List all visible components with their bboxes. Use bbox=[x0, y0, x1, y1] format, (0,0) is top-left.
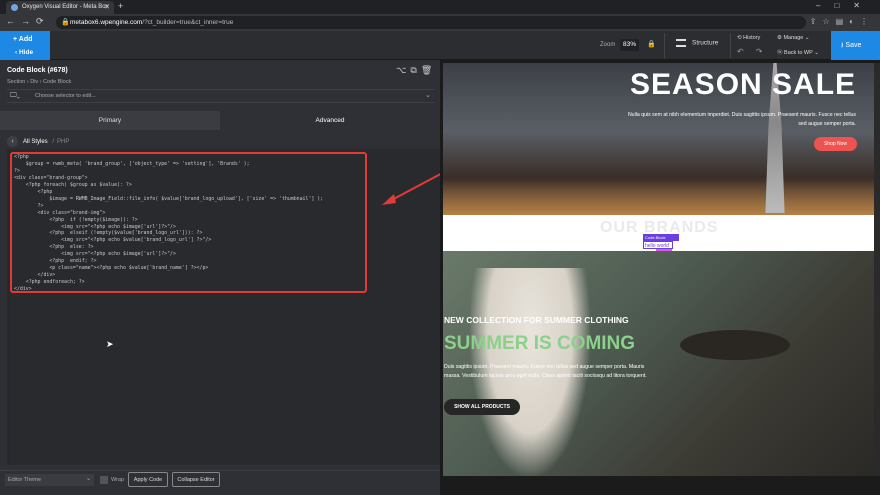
padlock-icon[interactable]: 🔒 bbox=[647, 40, 656, 48]
structure-icon bbox=[676, 39, 686, 47]
hero-title: SEASON SALE bbox=[630, 68, 857, 101]
city-lights bbox=[443, 180, 874, 215]
new-collection-heading: NEW COLLECTION FOR SUMMER CLOTHING bbox=[444, 315, 629, 325]
tree-icon[interactable]: ⌥ bbox=[396, 65, 410, 75]
highlight-box bbox=[10, 152, 367, 293]
device-icon[interactable]: 🖵⌄ bbox=[10, 92, 20, 100]
back-to-wp-label: Back to WP bbox=[784, 50, 813, 56]
url-domain: metabox6.wpengine.com bbox=[70, 19, 143, 26]
undo-redo-icons[interactable]: ↶↷ bbox=[737, 47, 774, 56]
toolbar-divider bbox=[664, 33, 665, 58]
selector-dropdown[interactable]: Choose selector to edit... ⌄ bbox=[32, 90, 434, 102]
tab-advanced[interactable]: Advanced bbox=[220, 111, 440, 130]
url-path: /?ct_builder=true&ct_inner=true bbox=[142, 19, 234, 26]
php-label: PHP bbox=[57, 139, 70, 145]
php-label-sep: / bbox=[52, 139, 55, 145]
add-label: + Add bbox=[13, 36, 33, 43]
editor-theme-select[interactable]: Editor Theme ⌄ bbox=[5, 474, 94, 486]
history-label: History bbox=[743, 35, 761, 41]
save-button[interactable]: ⭳ Save bbox=[831, 31, 880, 60]
mouse-cursor-icon: ➤ bbox=[106, 339, 114, 349]
url-field[interactable]: 🔒 metabox6.wpengine.com/?ct_builder=true… bbox=[56, 16, 806, 29]
browser-tab[interactable]: Oxygen Visual Editor - Meta Box ✕ bbox=[6, 1, 114, 14]
show-all-products-button[interactable]: SHOW ALL PRODUCTS bbox=[444, 399, 520, 415]
back-icon[interactable]: ‹ bbox=[7, 136, 18, 147]
selector-placeholder: Choose selector to edit... bbox=[35, 93, 96, 99]
summer-text: Duis sagittis ipsum. Praesent mauris. Fu… bbox=[444, 364, 647, 379]
structure-label: Structure bbox=[692, 39, 719, 47]
duplicate-icon[interactable]: ⧉ bbox=[410, 65, 420, 75]
manage-button[interactable]: ⚙ Manage ⌄ bbox=[777, 35, 810, 41]
all-styles-link[interactable]: All Styles bbox=[23, 139, 48, 145]
lock-icon: 🔒 bbox=[61, 19, 70, 26]
close-tab-icon[interactable]: ✕ bbox=[104, 3, 110, 11]
editor-theme-label: Editor Theme bbox=[8, 477, 41, 483]
add-button[interactable]: + Add ‹ Hide bbox=[0, 31, 50, 60]
wrap-checkbox[interactable] bbox=[100, 476, 108, 484]
zoom-label: Zoom bbox=[600, 42, 616, 48]
hello-world-output[interactable]: hello world bbox=[643, 241, 673, 249]
chevron-down-icon: ⌄ bbox=[85, 476, 91, 482]
shop-now-button[interactable]: Shop Now bbox=[814, 137, 857, 151]
hide-label[interactable]: ‹ Hide bbox=[15, 49, 33, 56]
code-block-tag[interactable]: Code Block bbox=[643, 234, 679, 241]
back-to-wp-button[interactable]: ⓦ Back to WP ⌄ bbox=[777, 48, 819, 56]
tab-primary[interactable]: Primary bbox=[0, 111, 220, 130]
hero-text: Nulla quis sem at nibh elementum imperdi… bbox=[627, 112, 856, 127]
browser-extension-icons[interactable]: ⇪☆▤◐⋮ bbox=[810, 17, 874, 26]
new-tab-icon[interactable]: + bbox=[118, 1, 123, 11]
history-button[interactable]: ⟲ History bbox=[737, 35, 760, 41]
collapse-editor-button[interactable]: Collapse Editor bbox=[172, 472, 220, 487]
canvas-scrollbar[interactable] bbox=[874, 63, 880, 476]
save-label: Save bbox=[845, 42, 862, 49]
browser-tab-title: Oxygen Visual Editor - Meta Box bbox=[22, 4, 109, 10]
manage-label: Manage bbox=[783, 35, 804, 41]
panel-title: Code Block (#678) bbox=[7, 67, 68, 74]
summer-title: SUMMER IS COMING bbox=[444, 333, 636, 354]
window-controls[interactable]: –□✕ bbox=[816, 1, 874, 10]
nav-buttons[interactable]: ←→⟳ bbox=[6, 16, 50, 27]
favicon-icon bbox=[11, 4, 18, 11]
wrap-label: Wrap bbox=[111, 477, 125, 483]
trash-icon[interactable]: 🗑 bbox=[421, 65, 436, 75]
background-photo-table bbox=[680, 330, 790, 360]
browser-tabbar bbox=[0, 0, 880, 14]
apply-code-button[interactable]: Apply Code bbox=[128, 472, 168, 487]
save-icon: ⭳ bbox=[841, 42, 844, 49]
styles-breadcrumb: ‹ All Styles / PHP bbox=[7, 136, 69, 147]
canvas-bottom bbox=[443, 476, 874, 495]
panel-action-icons[interactable]: ⌥⧉🗑 bbox=[396, 65, 436, 76]
structure-button[interactable]: Structure bbox=[676, 39, 718, 47]
zoom-value[interactable]: 83% bbox=[620, 39, 639, 51]
breadcrumb[interactable]: Section › Div › Code Block bbox=[7, 79, 71, 85]
toolbar-divider bbox=[730, 33, 731, 58]
chevron-down-icon: ⌄ bbox=[425, 92, 431, 99]
